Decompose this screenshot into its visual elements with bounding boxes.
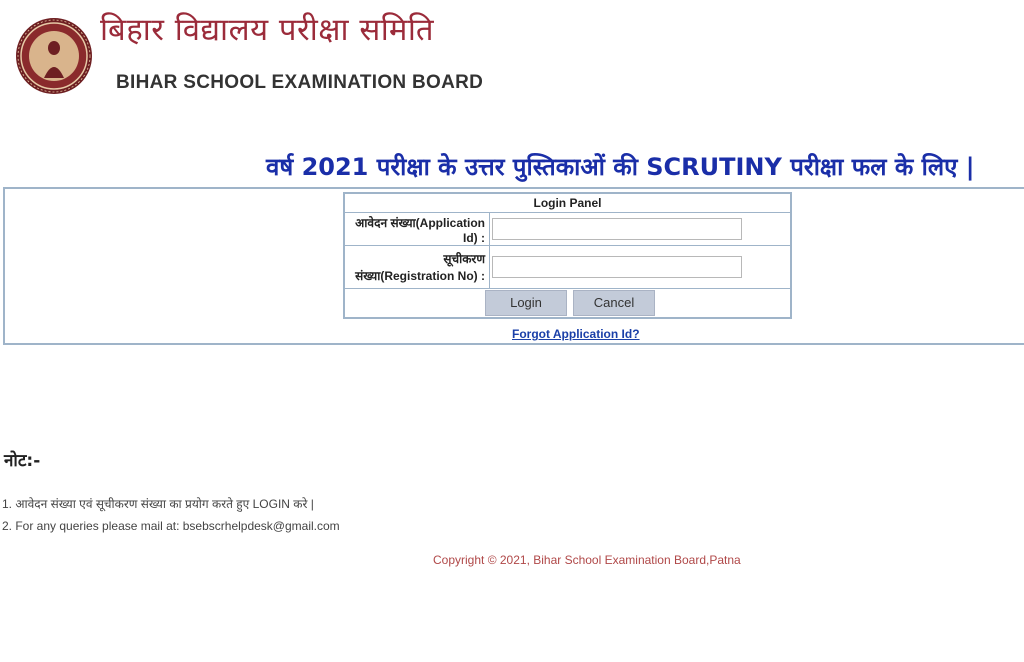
login-panel-title: Login Panel bbox=[343, 192, 792, 213]
page-title: वर्ष 2021 परीक्षा के उत्तर पुस्तिकाओं की… bbox=[266, 153, 975, 181]
login-button[interactable]: Login bbox=[485, 290, 567, 316]
note-heading: नोट:- bbox=[4, 451, 41, 471]
application-id-label: आवेदन संख्या(Application Id) : bbox=[343, 212, 490, 246]
cancel-button[interactable]: Cancel bbox=[573, 290, 655, 316]
forgot-application-id-link[interactable]: Forgot Application Id? bbox=[512, 327, 640, 341]
registration-no-label: सूचीकरण संख्या(Registration No) : bbox=[343, 245, 490, 289]
button-row: Login Cancel bbox=[343, 288, 792, 319]
application-id-input[interactable] bbox=[492, 218, 742, 240]
org-name-english: BIHAR SCHOOL EXAMINATION BOARD bbox=[116, 72, 484, 93]
registration-no-input[interactable] bbox=[492, 256, 742, 278]
login-panel: Login Panel आवेदन संख्या(Application Id)… bbox=[343, 192, 792, 319]
note-item: 2. For any queries please mail at: bsebs… bbox=[2, 519, 340, 533]
copyright-text: Copyright © 2021, Bihar School Examinati… bbox=[433, 553, 741, 567]
bseb-emblem-icon bbox=[14, 0, 94, 112]
note-item: 1. आवेदन संख्या एवं सूचीकरण संख्या का प्… bbox=[2, 497, 314, 511]
org-name-hindi: बिहार विद्यालय परीक्षा समिति bbox=[100, 12, 435, 48]
